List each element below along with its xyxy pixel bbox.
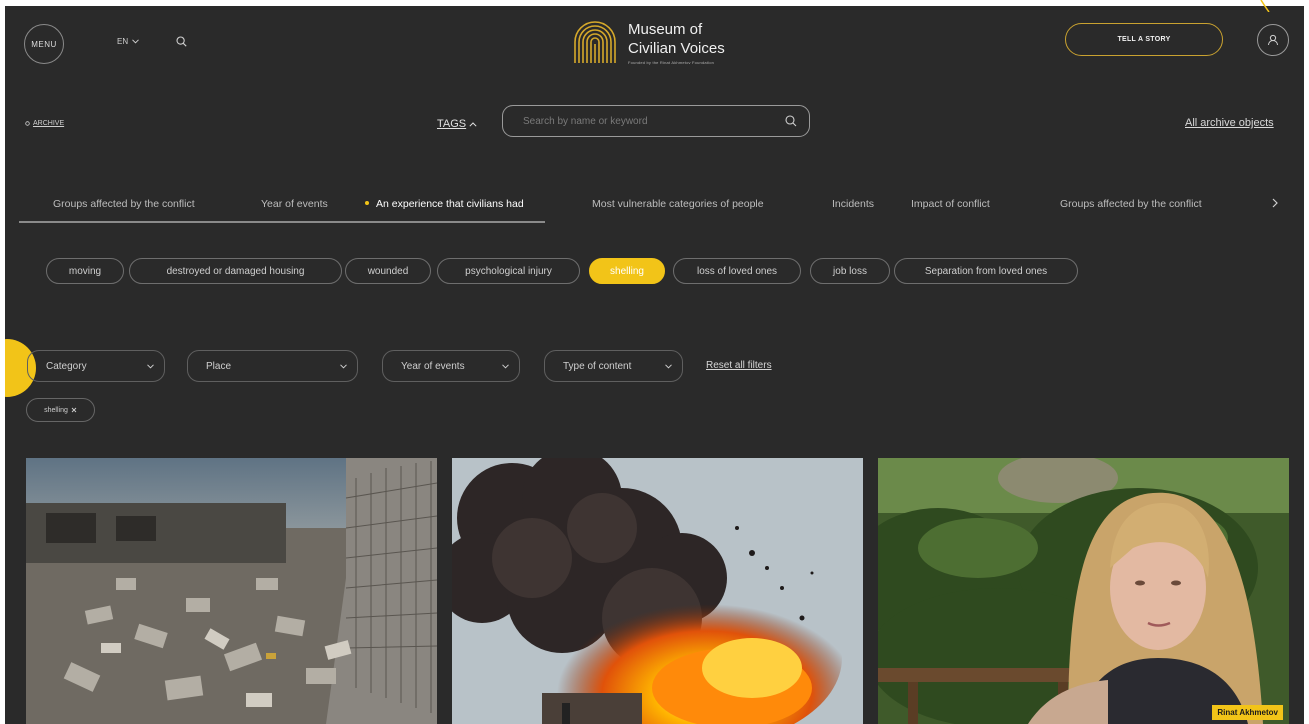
active-filter-chip[interactable]: shelling [26, 398, 95, 422]
archive-card-interview[interactable]: Rinat Akhmetov [878, 458, 1289, 724]
tag-pill-separation[interactable]: Separation from loved ones [894, 258, 1078, 284]
archive-search-input[interactable] [521, 114, 765, 128]
tab-impact-of-conflict[interactable]: Impact of conflict [911, 198, 990, 210]
logo-subtitle: Founded by the Rinat Akhmetov Foundation [628, 59, 715, 65]
content-type-filter-label: Type of content [563, 360, 632, 372]
site-logo[interactable]: Museum of Civilian Voices Founded by the… [570, 17, 725, 67]
tab-groups-affected[interactable]: Groups affected by the conflict [53, 198, 195, 210]
tag-pill-wounded[interactable]: wounded [345, 258, 431, 284]
tag-pill-loss-of-loved-ones[interactable]: loss of loved ones [673, 258, 801, 284]
archive-card-rubble[interactable] [26, 458, 437, 724]
tags-label: TAGS [437, 118, 467, 130]
chevron-down-icon [147, 363, 154, 369]
reset-filters-link[interactable]: Reset all filters [706, 360, 772, 371]
rubble-photo [26, 458, 437, 724]
tag-pill-psychological-injury[interactable]: psychological injury [437, 258, 580, 284]
archive-label: ARCHIVE [33, 120, 65, 127]
chip-label: shelling [44, 406, 68, 414]
close-icon[interactable] [71, 407, 77, 413]
search-icon[interactable] [785, 115, 797, 127]
logo-text: Museum of Civilian Voices Founded by the… [628, 20, 725, 65]
header-search-button[interactable] [176, 34, 187, 52]
explosion-photo [452, 458, 863, 724]
tags-toggle[interactable]: TAGS [437, 118, 477, 130]
circle-bullet-icon [25, 121, 30, 126]
archive-card-explosion[interactable] [452, 458, 863, 724]
user-account-button[interactable] [1257, 24, 1289, 56]
category-filter-dropdown[interactable]: Category [27, 350, 165, 382]
all-archive-objects-link[interactable]: All archive objects [1185, 117, 1274, 129]
tab-year-of-events[interactable]: Year of events [261, 198, 328, 210]
language-label: EN [117, 37, 129, 46]
tag-pill-shelling[interactable]: shelling [589, 258, 665, 284]
tab-vulnerable-categories[interactable]: Most vulnerable categories of people [592, 198, 764, 210]
chevron-up-icon [469, 121, 477, 127]
tag-pill-moving[interactable]: moving [46, 258, 124, 284]
archive-breadcrumb[interactable]: ARCHIVE [25, 120, 64, 127]
content-type-filter-dropdown[interactable]: Type of content [544, 350, 683, 382]
tag-category-tabs: Groups affected by the conflict Year of … [5, 198, 1304, 212]
chevron-down-icon [502, 363, 509, 369]
archive-search-field[interactable] [502, 105, 810, 137]
active-dot-icon [365, 201, 369, 206]
logo-line-1: Museum of [628, 20, 703, 38]
logo-line-2: Civilian Voices [628, 39, 725, 57]
museum-page: MENU EN Museum of Civilian Voices Founde… [5, 6, 1304, 724]
tag-pill-job-loss[interactable]: job loss [810, 258, 890, 284]
card-caption: Rinat Akhmetov [1212, 705, 1283, 720]
year-filter-label: Year of events [401, 360, 465, 372]
chevron-right-icon [1272, 198, 1278, 208]
tell-a-story-button[interactable]: TELL A STORY [1065, 23, 1223, 56]
category-filter-label: Category [46, 360, 87, 372]
fingerprint-logo-icon [574, 21, 616, 63]
tab-incidents[interactable]: Incidents [832, 198, 874, 210]
tabs-next-button[interactable] [1271, 196, 1279, 214]
year-filter-dropdown[interactable]: Year of events [382, 350, 520, 382]
search-icon [176, 36, 187, 47]
chevron-down-icon [665, 363, 672, 369]
chevron-down-icon [132, 39, 139, 44]
tab-civilian-experience[interactable]: An experience that civilians had [365, 198, 524, 210]
place-filter-label: Place [206, 360, 232, 372]
decorative-curve [1260, 0, 1270, 12]
language-selector[interactable]: EN [117, 37, 139, 46]
tag-pill-destroyed-housing[interactable]: destroyed or damaged housing [129, 258, 342, 284]
menu-label: MENU [31, 39, 57, 49]
place-filter-dropdown[interactable]: Place [187, 350, 358, 382]
user-icon [1268, 34, 1278, 46]
tab-scroll-indicator [19, 221, 545, 223]
menu-button[interactable]: MENU [24, 24, 64, 64]
tab-groups-affected-2[interactable]: Groups affected by the conflict [1060, 198, 1202, 210]
interview-photo [878, 458, 1289, 724]
chevron-down-icon [340, 363, 347, 369]
